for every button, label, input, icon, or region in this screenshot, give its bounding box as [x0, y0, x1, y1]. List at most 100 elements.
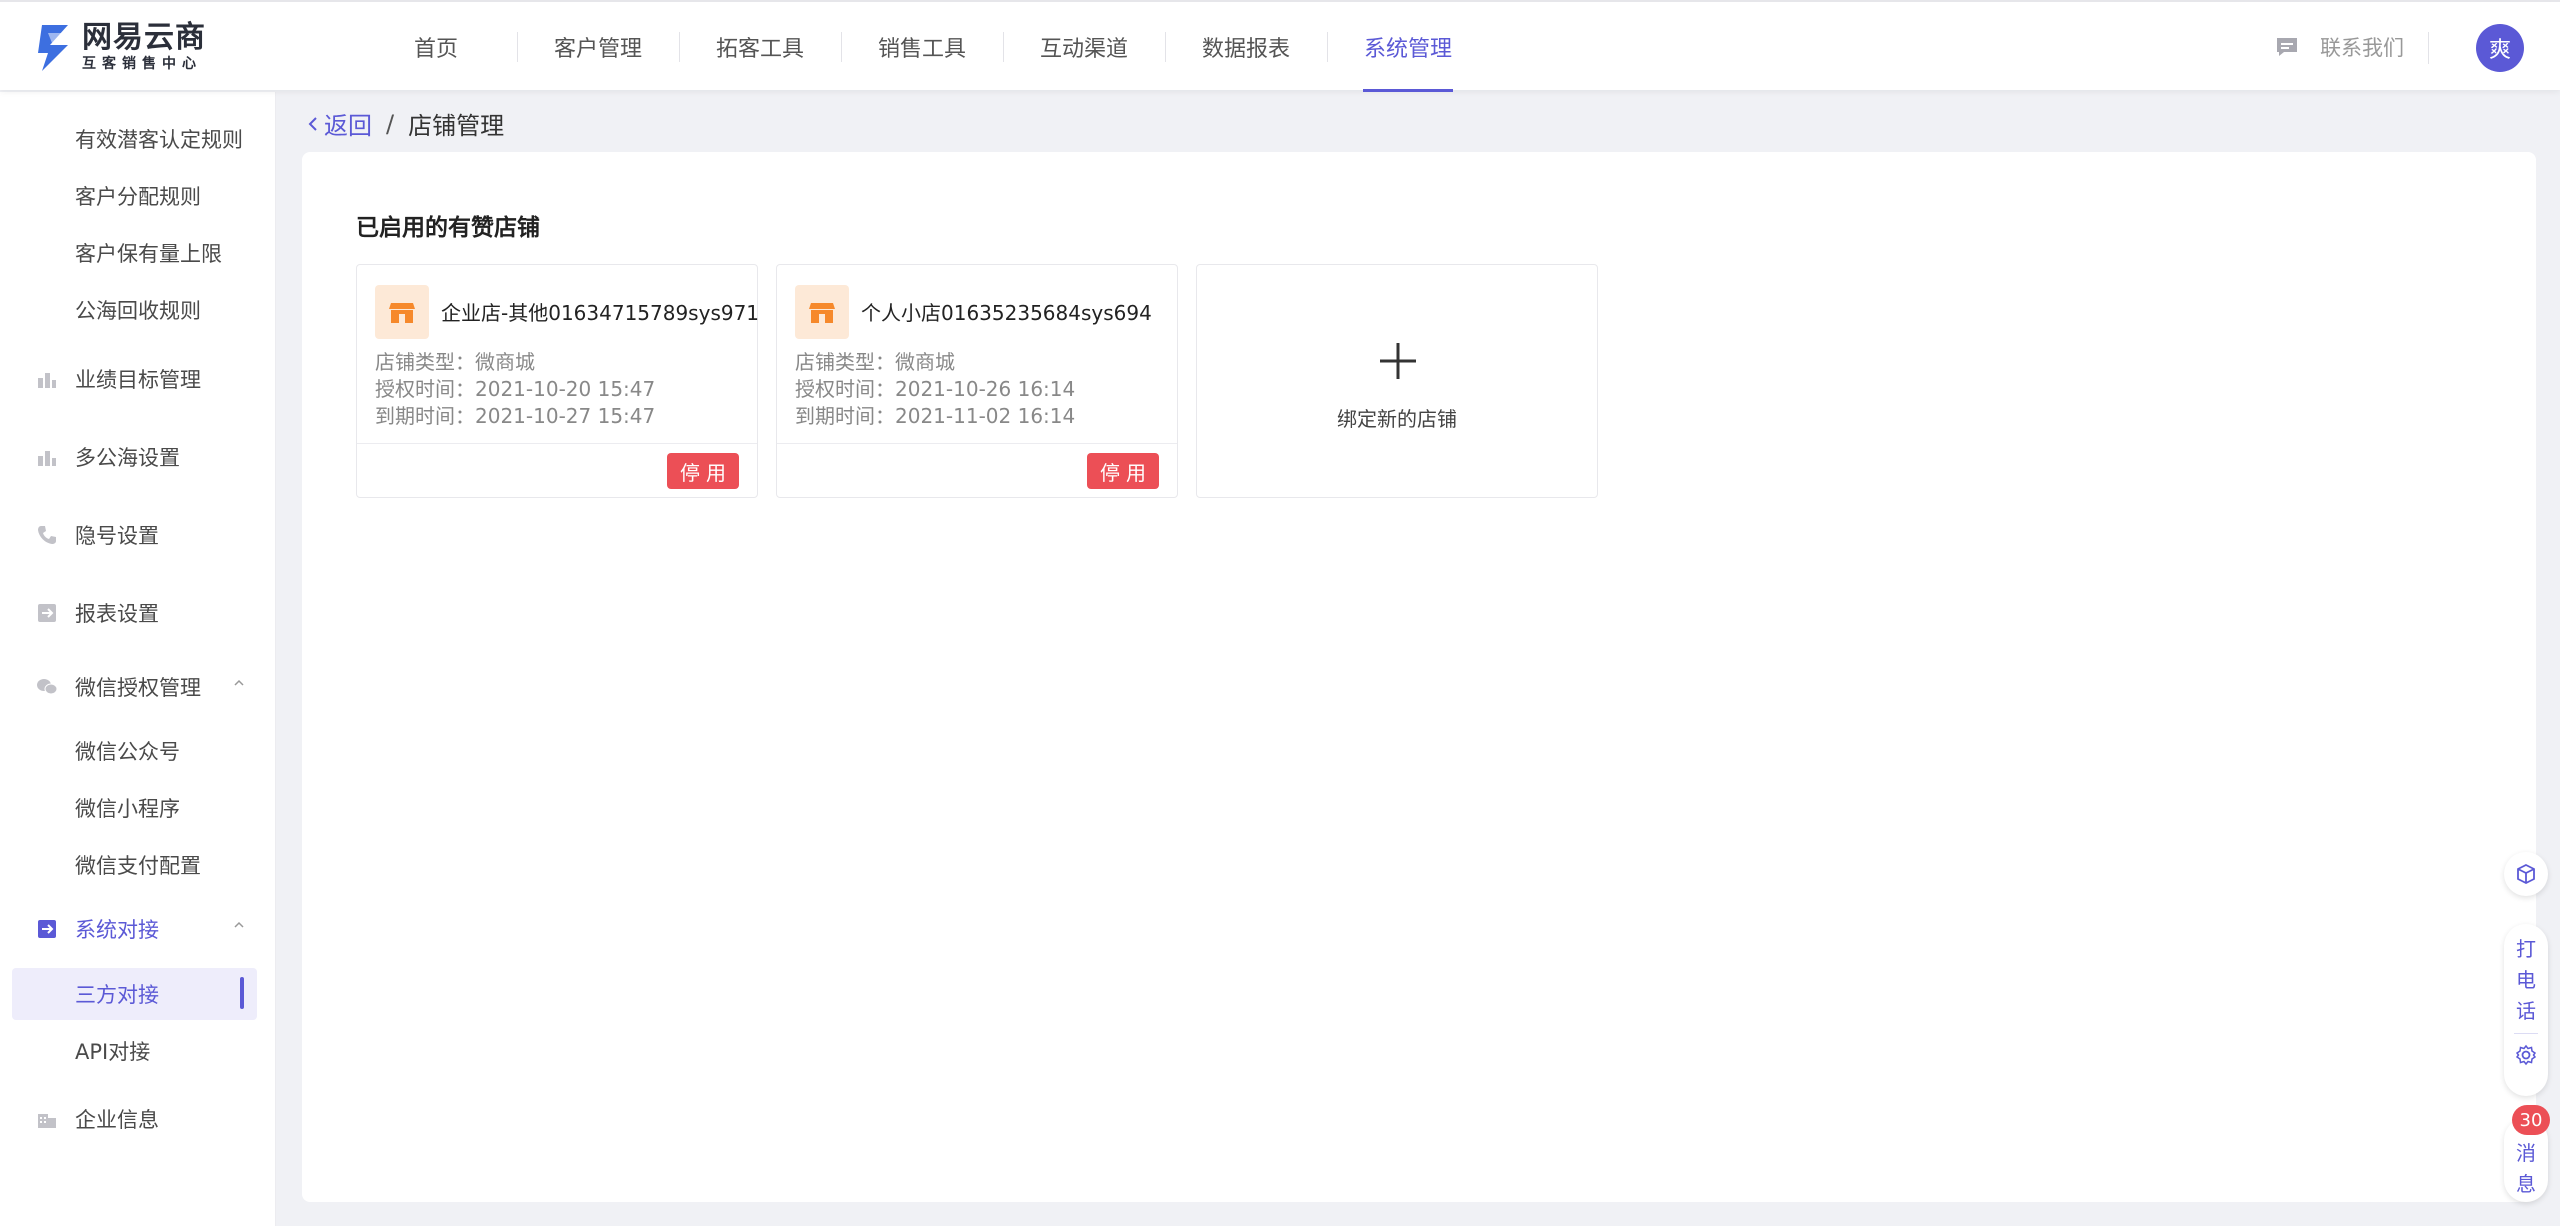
chat-icon	[2277, 38, 2297, 56]
shop-expire-value: 2021-11-02 16:14	[895, 404, 1076, 428]
call-widget[interactable]: 打 电 话	[2504, 924, 2548, 1096]
sidebar-item-valid-lead-rule[interactable]: 有效潜客认定规则	[75, 124, 243, 154]
top-header: 网易云商 互客销售中心 首页 客户管理 拓客工具 销售工具 互动渠道 数据报表 …	[0, 0, 2560, 92]
connect-icon	[38, 920, 56, 938]
sidebar-item-wechat-miniprogram[interactable]: 微信小程序	[75, 793, 180, 823]
call-char: 打	[2516, 937, 2536, 961]
shop-auth-value: 2021-10-26 16:14	[895, 377, 1076, 401]
message-count-badge: 30	[2512, 1105, 2550, 1135]
sidebar-group-label: 业绩目标管理	[75, 368, 201, 392]
message-char: 息	[2516, 1172, 2536, 1196]
store-icon	[375, 285, 429, 339]
shop-card: 个人小店01635235684sys694 店铺类型： 微商城 授权时间： 2021…	[776, 264, 1178, 498]
sidebar-group-multi-sea[interactable]: 多公海设置	[36, 442, 246, 472]
sidebar-item-wechat-official[interactable]: 微信公众号	[75, 736, 180, 766]
message-char: 消	[2516, 1141, 2536, 1165]
sidebar: 有效潜客认定规则 客户分配规则 客户保有量上限 公海回收规则 业绩目标管理 多公…	[0, 92, 276, 1226]
report-icon	[38, 604, 56, 622]
shop-info: 店铺类型： 微商城 授权时间： 2021-10-20 15:47 到期时间： 2021…	[375, 349, 655, 430]
disable-shop-button[interactable]: 停用	[1087, 453, 1159, 489]
chart-icon	[38, 373, 56, 388]
shop-auth-label: 授权时间：	[795, 377, 895, 401]
call-char: 话	[2516, 999, 2536, 1023]
nav-prospecting-tools[interactable]: 拓客工具	[679, 2, 841, 92]
sidebar-group-wechat[interactable]: 微信授权管理	[36, 672, 246, 702]
sidebar-group-label: 企业信息	[75, 1108, 159, 1132]
shop-type-value: 微商城	[895, 350, 955, 374]
disable-shop-button[interactable]: 停用	[667, 453, 739, 489]
shop-card: 企业店-其他01634715789sys971 店铺类型： 微商城 授权时间： 20…	[356, 264, 760, 498]
back-label: 返回	[324, 112, 372, 140]
nav-interaction-channels[interactable]: 互动渠道	[1003, 2, 1165, 92]
nav-sales-tools[interactable]: 销售工具	[841, 2, 1003, 92]
logo[interactable]: 网易云商 互客销售中心	[34, 18, 206, 76]
sidebar-group-enterprise[interactable]: 企业信息	[36, 1104, 246, 1134]
shop-type-label: 店铺类型：	[375, 350, 475, 374]
nav-home[interactable]: 首页	[355, 2, 517, 92]
wechat-icon	[37, 679, 58, 695]
chevron-up-icon	[234, 921, 244, 928]
sidebar-group-label: 隐号设置	[75, 524, 159, 548]
sidebar-group-label: 报表设置	[75, 602, 159, 626]
main-panel: 已启用的有赞店铺 企业店-其他01634715789sys971 店铺类型： 微商…	[302, 152, 2536, 1202]
sidebar-active-indicator	[240, 977, 244, 1009]
logo-title: 网易云商	[82, 20, 206, 55]
plus-icon	[1380, 343, 1416, 379]
breadcrumb: 返回 / 店铺管理	[306, 106, 504, 141]
sidebar-group-system[interactable]: 系统对接	[36, 914, 246, 944]
call-char: 电	[2516, 968, 2536, 992]
contact-us-button[interactable]: 联系我们	[2274, 32, 2404, 62]
call-label: 打 电 话	[2504, 924, 2548, 1027]
sidebar-item-third-party[interactable]: 三方对接	[75, 979, 159, 1009]
building-icon	[38, 1114, 56, 1128]
shop-name: 个人小店01635235684sys694	[861, 301, 1152, 325]
call-divider	[2514, 1033, 2538, 1034]
chart-icon	[38, 451, 56, 466]
shop-expire-label: 到期时间：	[375, 404, 475, 428]
sidebar-group-report[interactable]: 报表设置	[36, 598, 246, 628]
chevron-up-icon	[234, 679, 244, 686]
back-link[interactable]: 返回	[306, 106, 372, 141]
nav-system-management[interactable]: 系统管理	[1327, 2, 1489, 92]
cube-button[interactable]	[2504, 852, 2548, 896]
breadcrumb-separator: /	[386, 109, 395, 138]
shop-auth-value: 2021-10-20 15:47	[475, 377, 656, 401]
shop-type-label: 店铺类型：	[795, 350, 895, 374]
shop-name: 企业店-其他01634715789sys971	[441, 301, 760, 325]
sidebar-item-recycle-rule[interactable]: 公海回收规则	[75, 295, 201, 325]
sidebar-group-hidden-number[interactable]: 隐号设置	[36, 520, 246, 550]
gear-icon	[2515, 1044, 2537, 1066]
sidebar-group-label: 系统对接	[75, 918, 159, 942]
phone-icon	[38, 526, 56, 544]
logo-subtitle: 互客销售中心	[82, 56, 202, 72]
header-divider	[2428, 32, 2429, 64]
bind-new-shop-card[interactable]: 绑定新的店铺	[1196, 264, 1598, 498]
shop-type-value: 微商城	[475, 350, 535, 374]
sidebar-item-wechat-pay[interactable]: 微信支付配置	[75, 850, 201, 880]
shop-info: 店铺类型： 微商城 授权时间： 2021-10-26 16:14 到期时间： 2021…	[795, 349, 1075, 430]
contact-us-label: 联系我们	[2320, 36, 2404, 60]
sidebar-group-label: 微信授权管理	[75, 676, 201, 700]
avatar[interactable]: 爽	[2476, 24, 2524, 72]
shop-auth-label: 授权时间：	[375, 377, 475, 401]
bind-new-shop-label: 绑定新的店铺	[1337, 407, 1457, 431]
shop-card-divider	[357, 443, 757, 444]
sidebar-item-distribution-rule[interactable]: 客户分配规则	[75, 181, 201, 211]
settings-button[interactable]	[2504, 1044, 2548, 1066]
section-title: 已启用的有赞店铺	[356, 215, 540, 241]
sidebar-item-retention-limit[interactable]: 客户保有量上限	[75, 238, 222, 268]
shop-card-divider	[777, 443, 1177, 444]
main-nav: 首页 客户管理 拓客工具 销售工具 互动渠道 数据报表 系统管理	[355, 2, 1489, 92]
sidebar-item-api[interactable]: API对接	[75, 1036, 150, 1066]
chevron-left-icon	[308, 116, 317, 131]
nav-customer-management[interactable]: 客户管理	[517, 2, 679, 92]
shop-expire-label: 到期时间：	[795, 404, 895, 428]
shop-expire-value: 2021-10-27 15:47	[475, 404, 656, 428]
cube-icon	[2517, 863, 2535, 885]
store-icon	[795, 285, 849, 339]
nav-data-reports[interactable]: 数据报表	[1165, 2, 1327, 92]
logo-icon	[38, 25, 68, 71]
sidebar-group-label: 多公海设置	[75, 446, 180, 470]
page-title: 店铺管理	[408, 112, 505, 140]
sidebar-group-performance[interactable]: 业绩目标管理	[36, 364, 246, 394]
